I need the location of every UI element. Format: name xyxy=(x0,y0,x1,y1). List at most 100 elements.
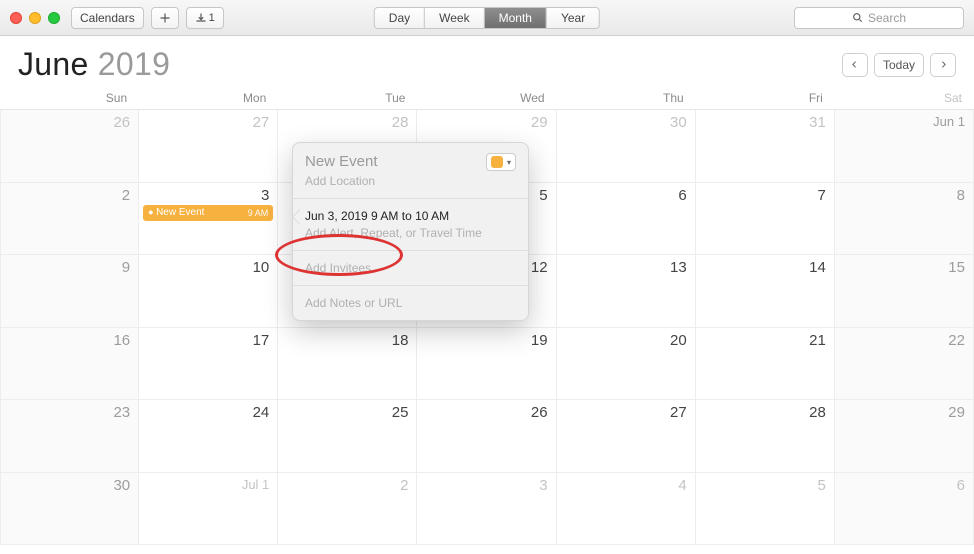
day-cell[interactable]: 9 xyxy=(0,255,139,328)
day-number: 8 xyxy=(957,187,965,204)
day-cell[interactable]: 21 xyxy=(696,328,835,401)
day-cell[interactable]: 26 xyxy=(417,400,556,473)
day-cell[interactable]: 19 xyxy=(417,328,556,401)
day-cell[interactable]: 3 xyxy=(417,473,556,546)
dow-label: Mon xyxy=(139,91,278,105)
day-number: 26 xyxy=(531,404,548,421)
day-cell[interactable]: Jul 1 xyxy=(139,473,278,546)
day-cell[interactable]: 16 xyxy=(0,328,139,401)
day-cell[interactable]: 2 xyxy=(278,473,417,546)
day-cell[interactable]: 26 xyxy=(0,110,139,183)
day-cell[interactable]: 20 xyxy=(557,328,696,401)
zoom-window-button[interactable] xyxy=(48,12,60,24)
event-title-input[interactable]: New Event xyxy=(305,153,378,170)
day-number: 2 xyxy=(122,187,130,204)
day-cell[interactable]: 31 xyxy=(696,110,835,183)
dow-label: Thu xyxy=(557,91,696,105)
day-cell[interactable]: 3New Event9 AM xyxy=(139,183,278,256)
month-nav: Today xyxy=(842,53,956,77)
day-number: 5 xyxy=(539,187,547,204)
day-cell[interactable]: 30 xyxy=(557,110,696,183)
day-number: 22 xyxy=(948,332,965,349)
event-pill-time: 9 AM xyxy=(248,208,269,218)
inbox-icon xyxy=(195,12,207,24)
inbox-button[interactable]: 1 xyxy=(186,7,224,29)
day-number: 10 xyxy=(253,259,270,276)
day-cell[interactable]: 18 xyxy=(278,328,417,401)
day-cell[interactable]: 6 xyxy=(835,473,974,546)
day-cell[interactable]: 6 xyxy=(557,183,696,256)
day-cell[interactable]: 4 xyxy=(557,473,696,546)
view-year[interactable]: Year xyxy=(547,8,599,28)
day-cell[interactable]: 5 xyxy=(696,473,835,546)
add-invitees-button[interactable]: Add Invitees xyxy=(305,261,516,275)
day-cell[interactable]: 10 xyxy=(139,255,278,328)
view-week[interactable]: Week xyxy=(425,8,484,28)
day-cell[interactable]: 23 xyxy=(0,400,139,473)
day-number: Jun 1 xyxy=(933,114,965,129)
dow-label: Sun xyxy=(0,91,139,105)
day-cell[interactable]: 2 xyxy=(0,183,139,256)
day-number: 26 xyxy=(113,114,130,131)
day-number: 6 xyxy=(678,187,686,204)
today-button[interactable]: Today xyxy=(874,53,924,77)
view-day[interactable]: Day xyxy=(375,8,425,28)
calendar-grid-wrap: 262728293031Jun 123New Event9 AM45678910… xyxy=(0,109,974,545)
view-month[interactable]: Month xyxy=(485,8,547,28)
day-number: 13 xyxy=(670,259,687,276)
day-number: 16 xyxy=(113,332,130,349)
event-date-time[interactable]: Jun 3, 2019 9 AM to 10 AM xyxy=(305,209,516,223)
day-cell[interactable]: 30 xyxy=(0,473,139,546)
event-pill[interactable]: New Event 9 AM xyxy=(143,205,273,221)
window-controls xyxy=(10,12,60,24)
day-number: 27 xyxy=(253,114,270,131)
day-cell[interactable]: 25 xyxy=(278,400,417,473)
add-notes-button[interactable]: Add Notes or URL xyxy=(305,296,516,310)
day-number: 29 xyxy=(531,114,548,131)
day-cell[interactable]: 17 xyxy=(139,328,278,401)
day-number: 18 xyxy=(392,332,409,349)
dow-label: Sat xyxy=(835,91,974,105)
next-month-button[interactable] xyxy=(930,53,956,77)
day-number: 30 xyxy=(670,114,687,131)
add-location-input[interactable]: Add Location xyxy=(305,174,516,188)
minimize-window-button[interactable] xyxy=(29,12,41,24)
search-placeholder: Search xyxy=(868,11,906,25)
day-number: 23 xyxy=(113,404,130,421)
day-cell[interactable]: 7 xyxy=(696,183,835,256)
day-cell[interactable]: 27 xyxy=(557,400,696,473)
calendar-picker[interactable]: ▾ xyxy=(486,153,516,171)
day-number: 2 xyxy=(400,477,408,494)
day-number: 28 xyxy=(809,404,826,421)
day-cell[interactable]: 15 xyxy=(835,255,974,328)
day-cell[interactable]: 28 xyxy=(696,400,835,473)
day-cell[interactable]: 22 xyxy=(835,328,974,401)
add-event-button[interactable] xyxy=(151,7,179,29)
day-number: Jul 1 xyxy=(242,477,269,492)
day-cell[interactable]: 8 xyxy=(835,183,974,256)
day-number: 14 xyxy=(809,259,826,276)
day-cell[interactable]: 24 xyxy=(139,400,278,473)
day-number: 17 xyxy=(253,332,270,349)
day-number: 4 xyxy=(678,477,686,494)
day-cell[interactable]: 13 xyxy=(557,255,696,328)
dow-label: Fri xyxy=(696,91,835,105)
calendars-button[interactable]: Calendars xyxy=(71,7,144,29)
day-number: 28 xyxy=(392,114,409,131)
event-pill-title: New Event xyxy=(148,207,204,218)
prev-month-button[interactable] xyxy=(842,53,868,77)
day-cell[interactable]: 27 xyxy=(139,110,278,183)
day-cell[interactable]: 29 xyxy=(835,400,974,473)
day-number: 20 xyxy=(670,332,687,349)
day-cell[interactable]: Jun 1 xyxy=(835,110,974,183)
day-cell[interactable]: 14 xyxy=(696,255,835,328)
day-number: 31 xyxy=(809,114,826,131)
add-alert-button[interactable]: Add Alert, Repeat, or Travel Time xyxy=(305,226,516,240)
search-icon xyxy=(852,12,863,23)
close-window-button[interactable] xyxy=(10,12,22,24)
day-number: 27 xyxy=(670,404,687,421)
view-segmented-control: Day Week Month Year xyxy=(374,7,600,29)
day-number: 21 xyxy=(809,332,826,349)
search-input[interactable]: Search xyxy=(794,7,964,29)
day-number: 3 xyxy=(539,477,547,494)
